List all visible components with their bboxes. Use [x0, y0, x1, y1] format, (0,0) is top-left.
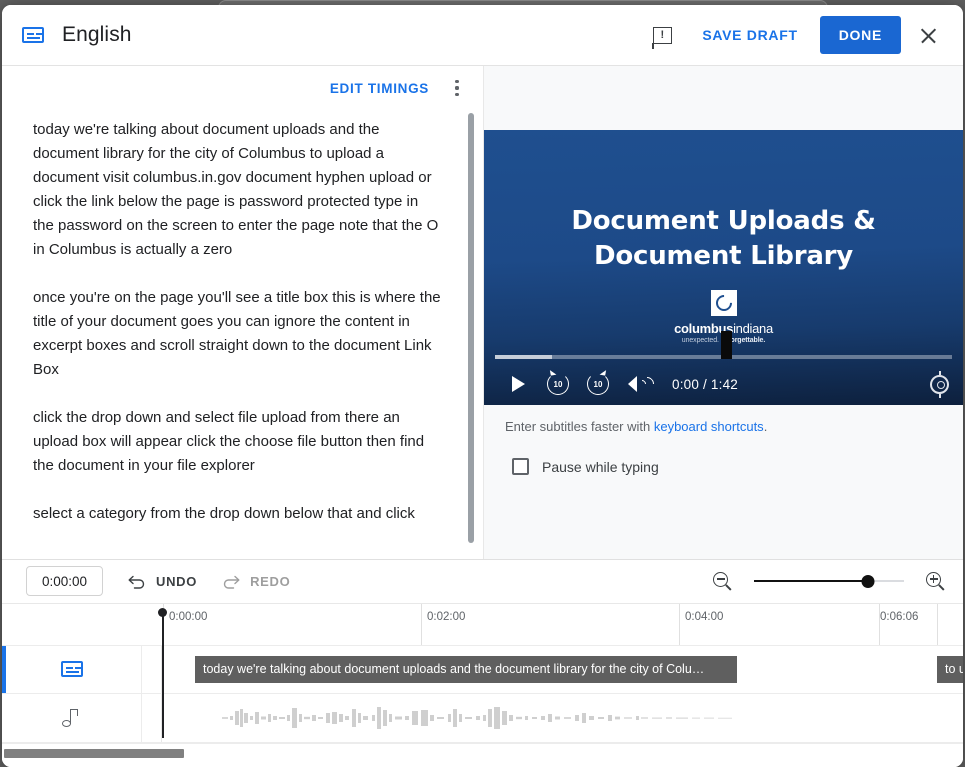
transcript-paragraph[interactable]: select a category from the drop down bel… — [33, 502, 443, 526]
zoom-in-icon[interactable] — [926, 571, 945, 591]
keyboard-shortcuts-link[interactable]: keyboard shortcuts — [654, 419, 764, 434]
play-icon[interactable] — [498, 376, 538, 392]
logo-mark-icon — [710, 290, 737, 316]
caption-track-gutter — [142, 645, 162, 694]
forward-10-icon[interactable]: 10 — [578, 373, 618, 395]
zoom-slider[interactable] — [754, 571, 904, 591]
timeline: 0:00:00 0:02:00 0:04:00 0:06:06 today we… — [2, 603, 963, 767]
audio-track-header — [2, 694, 142, 742]
rewind-10-icon[interactable]: 10 — [538, 373, 578, 395]
edit-timings-button[interactable]: EDIT TIMINGS — [324, 73, 435, 104]
hint-suffix: . — [763, 419, 768, 434]
music-note-icon — [61, 708, 82, 728]
volume-icon[interactable] — [618, 374, 658, 394]
audio-track-body[interactable] — [162, 694, 963, 742]
video-panel: Document Uploads & Document Library colu… — [484, 66, 963, 559]
redo-arrow-icon — [223, 575, 240, 589]
video-time-display: 0:00 / 1:42 — [672, 376, 739, 392]
pause-while-typing-checkbox[interactable] — [512, 458, 529, 475]
timeline-toolbar: UNDO REDO — [2, 558, 963, 604]
caption-cue[interactable]: to u — [937, 655, 963, 683]
pause-while-typing-row[interactable]: Pause while typing — [484, 434, 963, 475]
transcript-paragraph[interactable]: today we're talking about document uploa… — [33, 118, 443, 262]
hint-prefix: Enter subtitles faster with — [505, 419, 654, 434]
transcript-paragraph[interactable]: click the drop down and select file uplo… — [33, 406, 443, 478]
timeline-horizontal-scroll[interactable] — [2, 743, 963, 767]
transcript-panel: EDIT TIMINGS today we're talking about d… — [2, 66, 484, 559]
audio-waveform — [222, 707, 732, 730]
transcript-scrollbar[interactable] — [468, 113, 474, 543]
zoom-out-icon[interactable] — [713, 571, 732, 591]
transcript-text[interactable]: today we're talking about document uploa… — [2, 110, 483, 559]
transcript-scroll-area[interactable]: today we're talking about document uploa… — [2, 110, 483, 559]
caption-track: today we're talking about document uploa… — [2, 645, 963, 695]
ruler-tick: 0:04:00 — [679, 603, 723, 645]
caption-track-body[interactable]: today we're talking about document uploa… — [162, 646, 963, 694]
kebab-menu-icon[interactable] — [443, 71, 471, 105]
closed-caption-icon — [18, 20, 48, 50]
redo-label: REDO — [250, 573, 291, 589]
timecode-input[interactable] — [26, 566, 103, 596]
close-icon[interactable] — [907, 14, 949, 56]
undo-arrow-icon — [128, 575, 145, 589]
caption-track-header — [2, 645, 142, 694]
ruler-tick: 0:06:06 — [879, 603, 937, 645]
video-slide-title: Document Uploads & Document Library — [571, 206, 876, 271]
subtitle-editor-dialog: English ! SAVE DRAFT DONE EDIT TIMINGS t… — [2, 5, 963, 767]
ruler-tick: 0:02:00 — [421, 603, 465, 645]
video-player[interactable]: Document Uploads & Document Library colu… — [484, 130, 963, 405]
dialog-body: EDIT TIMINGS today we're talking about d… — [2, 66, 963, 559]
zoom-slider-thumb[interactable] — [861, 574, 875, 588]
feedback-bubble-icon[interactable]: ! — [642, 15, 682, 55]
audio-track — [2, 694, 963, 743]
page-title: English — [62, 23, 132, 46]
transcript-toolbar: EDIT TIMINGS — [2, 66, 483, 110]
settings-gear-icon[interactable] — [930, 370, 949, 398]
ruler-tick: 0:00:00 — [163, 603, 207, 645]
video-top-spacer — [484, 66, 963, 130]
transcript-paragraph[interactable]: once you're on the page you'll see a tit… — [33, 286, 443, 382]
video-controls: 10 10 0:00 / 1:42 — [484, 363, 963, 405]
keyboard-shortcut-hint: Enter subtitles faster with keyboard sho… — [484, 405, 963, 434]
save-draft-button[interactable]: SAVE DRAFT — [692, 17, 807, 53]
dialog-header: English ! SAVE DRAFT DONE — [2, 5, 963, 66]
redo-button[interactable]: REDO — [221, 573, 290, 589]
done-button[interactable]: DONE — [819, 16, 901, 54]
caption-cue[interactable]: today we're talking about document uploa… — [195, 655, 737, 683]
track-selected-accent — [2, 645, 6, 694]
video-buffered-range — [495, 355, 553, 359]
undo-label: UNDO — [156, 573, 198, 589]
video-scrubber-handle[interactable] — [721, 331, 733, 359]
audio-track-gutter — [142, 694, 162, 742]
timeline-playhead[interactable] — [159, 607, 166, 738]
undo-button[interactable]: UNDO — [127, 573, 197, 589]
closed-caption-icon — [60, 661, 83, 678]
timeline-scroll-thumb[interactable] — [4, 749, 184, 758]
pause-while-typing-label: Pause while typing — [542, 458, 659, 475]
timeline-ruler[interactable]: 0:00:00 0:02:00 0:04:00 0:06:06 — [2, 603, 963, 738]
